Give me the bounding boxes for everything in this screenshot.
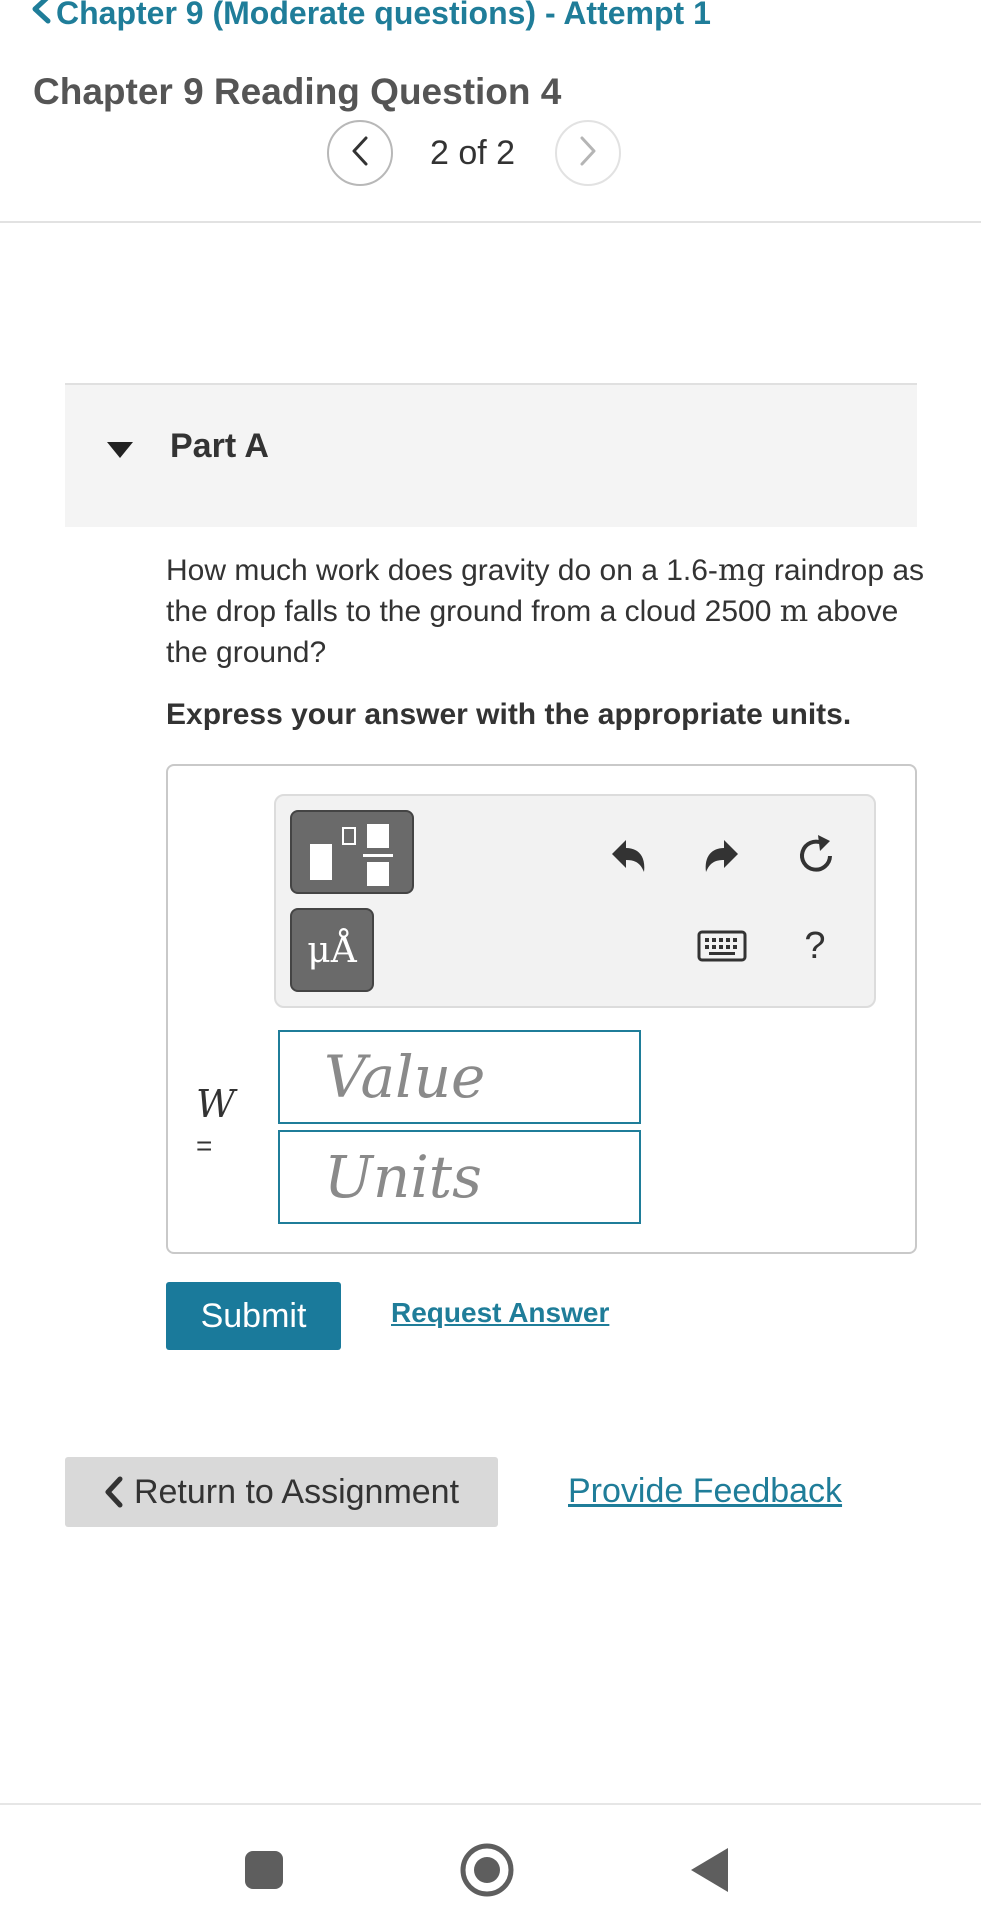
submit-button[interactable]: Submit: [166, 1282, 341, 1350]
reset-icon[interactable]: [788, 828, 844, 884]
units-input[interactable]: [278, 1130, 641, 1224]
caret-down-icon[interactable]: [95, 425, 145, 475]
equals-sign: =: [196, 1130, 213, 1161]
part-a-header[interactable]: Part A: [65, 383, 917, 527]
provide-feedback-link[interactable]: Provide Feedback: [568, 1472, 842, 1511]
chevron-left-icon: [104, 1476, 124, 1508]
square-icon: [245, 1851, 283, 1889]
recents-button[interactable]: [224, 1830, 304, 1910]
chevron-left-icon: [348, 134, 372, 173]
answer-instruction: Express your answer with the appropriate…: [166, 698, 852, 731]
distance-unit: m: [779, 594, 809, 629]
page-title: Chapter 9 Reading Question 4: [33, 71, 562, 112]
system-back-button[interactable]: [670, 1830, 750, 1910]
nav-bar-divider: [0, 1803, 981, 1805]
chevron-left-icon: [30, 0, 52, 32]
part-label: Part A: [170, 427, 269, 465]
circle-icon: [460, 1843, 514, 1897]
question-pager: 2 of 2: [327, 120, 627, 188]
templates-button[interactable]: [290, 810, 414, 894]
keyboard-icon[interactable]: [694, 918, 750, 974]
math-toolbar: μÅ ?: [274, 794, 876, 1008]
undo-icon[interactable]: [600, 828, 656, 884]
back-to-assignment-link[interactable]: Chapter 9 (Moderate questions) - Attempt…: [30, 0, 711, 32]
question-text-part-1: How much work does gravity do on a 1.6-: [166, 554, 718, 587]
answer-variable: W: [196, 1082, 236, 1126]
previous-question-button[interactable]: [327, 120, 393, 186]
triangle-back-icon: [691, 1848, 728, 1892]
back-link-label: Chapter 9 (Moderate questions) - Attempt…: [56, 0, 711, 31]
redo-icon[interactable]: [694, 828, 750, 884]
chevron-right-icon: [576, 134, 600, 173]
header-divider: [0, 221, 981, 223]
request-answer-link[interactable]: Request Answer: [391, 1297, 609, 1329]
fraction-template-icon: [310, 824, 393, 886]
help-icon[interactable]: ?: [790, 918, 840, 974]
home-button[interactable]: [447, 1830, 527, 1910]
next-question-button[interactable]: [555, 120, 621, 186]
return-to-assignment-button[interactable]: Return to Assignment: [65, 1457, 498, 1527]
answer-box: μÅ ? W =: [166, 764, 917, 1254]
return-button-label: Return to Assignment: [133, 1472, 460, 1511]
value-input[interactable]: [278, 1030, 641, 1124]
mass-unit: mg: [717, 553, 766, 588]
symbols-button[interactable]: μÅ: [290, 908, 374, 992]
page: Chapter 9 (Moderate questions) - Attempt…: [0, 0, 981, 1920]
question-text: How much work does gravity do on a 1.6-m…: [166, 550, 926, 673]
pager-count: 2 of 2: [430, 134, 516, 172]
